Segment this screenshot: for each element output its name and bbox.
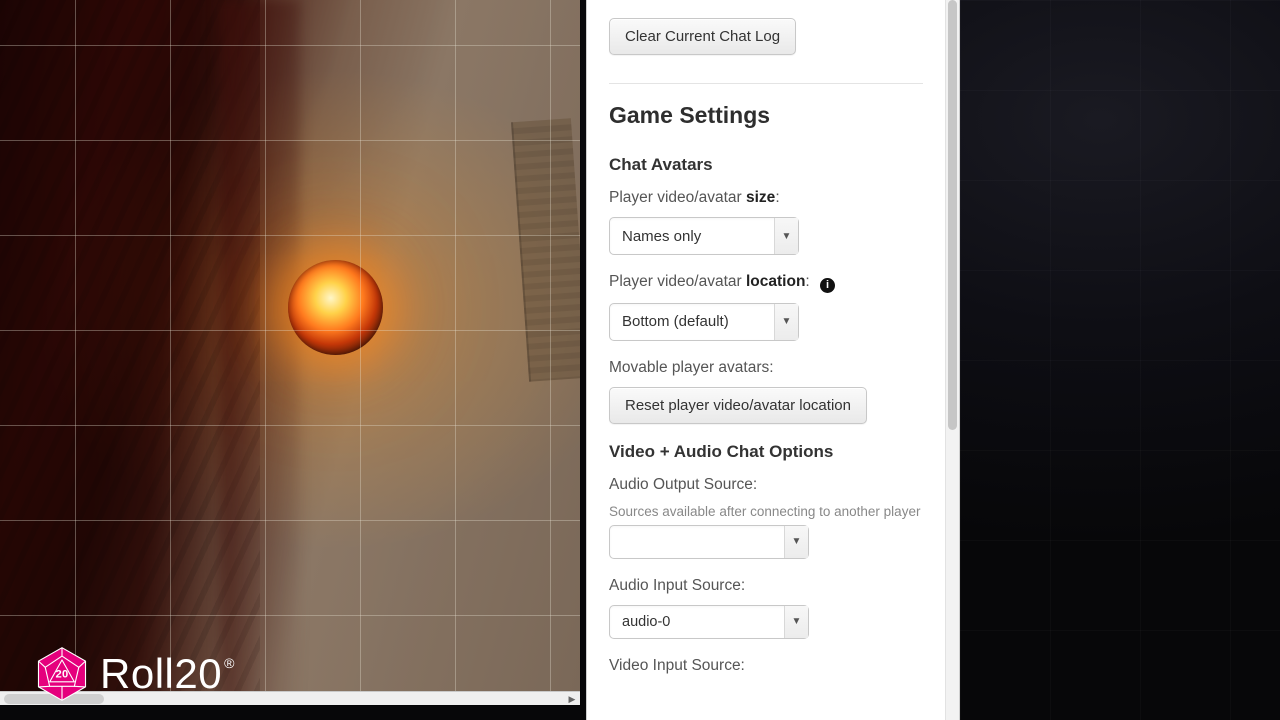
label-text: Player video/avatar <box>609 189 746 206</box>
label-text: : <box>775 189 779 206</box>
d20-number: 20 <box>55 668 68 680</box>
map-grid-overlay <box>0 0 580 705</box>
select-value: Bottom (default) <box>622 313 729 330</box>
roll20-logo: 20 Roll20® <box>34 646 235 702</box>
avatar-location-label: Player video/avatar location: i <box>609 273 923 293</box>
dark-backdrop-grid <box>960 0 1280 720</box>
info-icon[interactable]: i <box>820 278 835 293</box>
clear-chat-log-button[interactable]: Clear Current Chat Log <box>609 18 796 55</box>
d20-icon: 20 <box>34 646 90 702</box>
reset-avatar-location-button[interactable]: Reset player video/avatar location <box>609 387 867 424</box>
settings-panel-content: Clear Current Chat Log Game Settings Cha… <box>587 0 945 720</box>
select-value: Names only <box>622 228 701 245</box>
chat-avatars-subheading: Chat Avatars <box>609 155 923 175</box>
logo-text: Roll20® <box>100 650 235 698</box>
label-strong: size <box>746 189 775 206</box>
tabletop-canvas[interactable]: ▶ <box>0 0 580 705</box>
chevron-down-icon: ▼ <box>774 218 798 254</box>
logo-wordmark: Roll20 <box>100 650 222 697</box>
audio-output-label: Audio Output Source: <box>609 476 923 494</box>
label-text: Player video/avatar <box>609 273 746 290</box>
scrollbar-thumb[interactable] <box>948 0 957 430</box>
audio-input-select[interactable]: audio-0 ▼ <box>609 605 809 639</box>
audio-output-note: Sources available after connecting to an… <box>609 504 923 519</box>
audio-output-select[interactable]: ▼ <box>609 525 809 559</box>
avatar-location-select[interactable]: Bottom (default) ▼ <box>609 303 799 341</box>
avatar-size-select[interactable]: Names only ▼ <box>609 217 799 255</box>
audio-input-label: Audio Input Source: <box>609 577 923 595</box>
settings-panel: Clear Current Chat Log Game Settings Cha… <box>586 0 960 720</box>
game-settings-heading: Game Settings <box>609 102 923 129</box>
label-text: : <box>805 273 809 290</box>
chevron-down-icon: ▼ <box>784 606 808 638</box>
chevron-down-icon: ▼ <box>774 304 798 340</box>
video-audio-subheading: Video + Audio Chat Options <box>609 442 923 462</box>
panel-vertical-scrollbar[interactable] <box>945 0 959 720</box>
section-divider <box>609 83 923 84</box>
label-strong: location <box>746 273 805 290</box>
trademark-icon: ® <box>224 655 235 671</box>
chevron-down-icon: ▼ <box>784 526 808 558</box>
scroll-right-arrow-icon[interactable]: ▶ <box>566 694 578 704</box>
video-input-label: Video Input Source: <box>609 657 923 675</box>
select-value: audio-0 <box>622 614 670 630</box>
movable-avatars-label: Movable player avatars: <box>609 359 923 377</box>
avatar-size-label: Player video/avatar size: <box>609 189 923 207</box>
